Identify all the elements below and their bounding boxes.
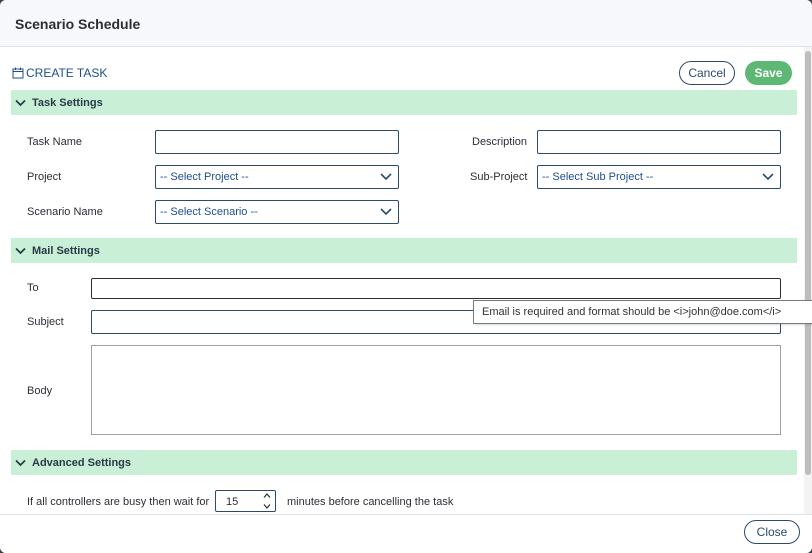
stepper-arrows[interactable] bbox=[262, 492, 272, 510]
chevron-down-icon bbox=[380, 173, 392, 181]
scenario-select-value: -- Select Scenario -- bbox=[160, 206, 258, 218]
wait-minutes-stepper[interactable]: 15 bbox=[215, 490, 276, 512]
project-select-value: -- Select Project -- bbox=[160, 171, 249, 183]
email-validation-tooltip: Email is required and format should be <… bbox=[473, 300, 812, 324]
dialog-footer: Close bbox=[0, 514, 812, 553]
scrollbar[interactable] bbox=[804, 47, 812, 514]
sub-project-select[interactable]: -- Select Sub Project -- bbox=[537, 165, 781, 189]
save-button[interactable]: Save bbox=[745, 61, 792, 85]
cancel-button[interactable]: Cancel bbox=[679, 61, 735, 85]
scenario-schedule-dialog: Scenario Schedule CREATE TASK Cancel Sav… bbox=[0, 0, 812, 553]
dialog-title: Scenario Schedule bbox=[15, 16, 141, 32]
mail-settings-header[interactable]: Mail Settings bbox=[11, 238, 797, 263]
wait-minutes-value: 15 bbox=[226, 496, 239, 508]
chevron-down-icon bbox=[15, 459, 26, 466]
chevron-down-icon bbox=[762, 173, 774, 181]
advanced-settings-header[interactable]: Advanced Settings bbox=[11, 450, 797, 475]
scenario-select[interactable]: -- Select Scenario -- bbox=[155, 200, 399, 224]
dialog-body: CREATE TASK Cancel Save Task Settings Ta… bbox=[0, 47, 812, 514]
description-input[interactable] bbox=[537, 130, 781, 154]
scrollbar-thumb[interactable] bbox=[805, 51, 811, 475]
subject-label: Subject bbox=[27, 316, 64, 328]
wait-prefix-label: If all controllers are busy then wait fo… bbox=[27, 496, 210, 508]
dialog-header: Scenario Schedule bbox=[0, 0, 812, 47]
body-textarea[interactable] bbox=[91, 345, 781, 435]
chevron-down-icon[interactable] bbox=[262, 503, 272, 510]
task-name-label: Task Name bbox=[27, 136, 83, 148]
create-task-label: CREATE TASK bbox=[26, 66, 108, 80]
mail-settings-title: Mail Settings bbox=[32, 244, 100, 257]
body-label: Body bbox=[27, 385, 53, 397]
wait-suffix-label: minutes before cancelling the task bbox=[287, 496, 454, 508]
sub-project-label: Sub-Project bbox=[470, 171, 528, 183]
close-button[interactable]: Close bbox=[744, 520, 800, 544]
advanced-settings-title: Advanced Settings bbox=[32, 456, 132, 469]
project-label: Project bbox=[27, 171, 62, 183]
sub-project-select-value: -- Select Sub Project -- bbox=[542, 171, 654, 183]
task-name-input[interactable] bbox=[155, 130, 399, 154]
task-settings-header[interactable]: Task Settings bbox=[11, 90, 797, 115]
description-label: Description bbox=[472, 136, 528, 148]
chevron-down-icon bbox=[380, 208, 392, 216]
to-input[interactable] bbox=[91, 278, 781, 299]
calendar-icon bbox=[12, 67, 24, 79]
chevron-down-icon bbox=[15, 247, 26, 254]
task-settings-title: Task Settings bbox=[32, 96, 103, 109]
scenario-name-label: Scenario Name bbox=[27, 206, 103, 218]
project-select[interactable]: -- Select Project -- bbox=[155, 165, 399, 189]
create-task-heading: CREATE TASK bbox=[12, 66, 107, 80]
chevron-up-icon[interactable] bbox=[262, 492, 272, 499]
to-label: To bbox=[27, 282, 39, 294]
chevron-down-icon bbox=[15, 99, 26, 106]
